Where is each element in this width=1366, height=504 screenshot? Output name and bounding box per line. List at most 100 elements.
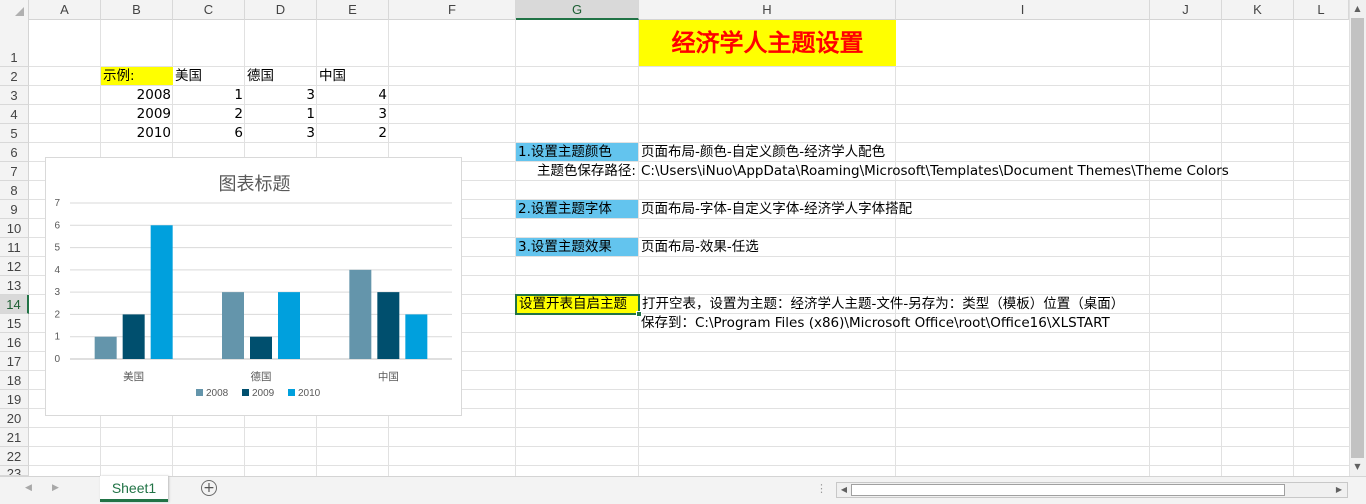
cell-e5[interactable]: 2	[317, 124, 389, 142]
chart-plot-area: 0 1 2 3 4 5 6 7 美国 德国 中国 2008 2009 2010	[54, 198, 452, 399]
column-header-E[interactable]: E	[317, 0, 389, 20]
bar-2009-1	[250, 336, 272, 359]
cell-h9[interactable]: 页面布局-字体-自定义字体-经济学人字体搭配	[639, 200, 1139, 218]
cell-c2[interactable]: 美国	[173, 67, 245, 85]
cell-c5[interactable]: 6	[173, 124, 245, 142]
row-header-2[interactable]: 2	[0, 67, 29, 86]
splitter-handle-icon[interactable]: ⋮	[816, 482, 827, 495]
row-header-23[interactable]: 23	[0, 466, 29, 476]
column-header-H[interactable]: H	[639, 0, 896, 20]
row-header-20[interactable]: 20	[0, 409, 29, 428]
sheet-tab-sheet1[interactable]: Sheet1	[100, 476, 168, 502]
row-header-15[interactable]: 15	[0, 314, 29, 333]
horizontal-scroll-thumb[interactable]	[851, 484, 1285, 496]
row-header-3[interactable]: 3	[0, 86, 29, 105]
cell-e3[interactable]: 4	[317, 86, 389, 104]
cell-h6[interactable]: 页面布局-颜色-自定义颜色-经济学人配色	[639, 143, 1139, 161]
bar-2009-2	[377, 292, 400, 359]
embedded-chart[interactable]: 图表标题 0 1 2 3 4 5 6 7 美国 德国 中国 2008 2009 2010	[45, 157, 462, 416]
cell-b4[interactable]: 2009	[101, 105, 173, 123]
legend-label: 2010	[298, 388, 321, 399]
cell-d2[interactable]: 德国	[245, 67, 317, 85]
row-header-12[interactable]: 12	[0, 257, 29, 276]
select-all-triangle-icon	[15, 7, 24, 16]
cell-h14[interactable]: 打开空表，设置为主题：经济学人主题-文件-另存为：类型（模板）位置（桌面）	[640, 295, 1240, 313]
column-header-B[interactable]: B	[101, 0, 173, 20]
row-header-17[interactable]: 17	[0, 352, 29, 371]
bar-2010-1	[278, 292, 300, 359]
bar-2010-2	[405, 314, 428, 359]
gridline	[29, 427, 1349, 428]
cell-h7[interactable]: C:\Users\iNuo\AppData\Roaming\Microsoft\…	[639, 162, 1339, 180]
legend-label: 2009	[252, 388, 275, 399]
row-header-10[interactable]: 10	[0, 219, 29, 238]
bar-2008-0	[94, 336, 117, 359]
next-sheet-icon[interactable]: ▶	[52, 483, 59, 493]
column-header-I[interactable]: I	[896, 0, 1150, 20]
scroll-left-icon[interactable]: ◀	[838, 484, 850, 496]
row-header-6[interactable]: 6	[0, 143, 29, 162]
vertical-scroll-thumb[interactable]	[1351, 18, 1364, 458]
cell-h15[interactable]: 保存到：C:\Program Files (x86)\Microsoft Off…	[639, 314, 1239, 332]
y-tick-label: 6	[54, 220, 60, 231]
cell-c3[interactable]: 1	[173, 86, 245, 104]
scroll-up-icon[interactable]: ▲	[1351, 3, 1364, 15]
y-tick-label: 5	[54, 243, 60, 254]
row-header-13[interactable]: 13	[0, 276, 29, 295]
title-cell-h1[interactable]: 经济学人主题设置	[639, 20, 896, 66]
row-header-16[interactable]: 16	[0, 333, 29, 352]
row-header-4[interactable]: 4	[0, 105, 29, 124]
cell-e2[interactable]: 中国	[317, 67, 389, 85]
cell-d4[interactable]: 1	[245, 105, 317, 123]
cell-h11[interactable]: 页面布局-效果-任选	[639, 238, 1139, 256]
column-header-J[interactable]: J	[1150, 0, 1222, 20]
column-header-C[interactable]: C	[173, 0, 245, 20]
row-header-19[interactable]: 19	[0, 390, 29, 409]
row-header-22[interactable]: 22	[0, 447, 29, 466]
legend-label: 2008	[206, 388, 229, 399]
bar-2009-0	[122, 314, 145, 359]
row-header-8[interactable]: 8	[0, 181, 29, 200]
row-header-18[interactable]: 18	[0, 371, 29, 390]
cell-b3[interactable]: 2008	[101, 86, 173, 104]
row-header-7[interactable]: 7	[0, 162, 29, 181]
row-header-14[interactable]: 14	[0, 295, 29, 314]
gridline	[29, 446, 1349, 447]
bar-2010-0	[150, 225, 173, 359]
row-header-11[interactable]: 11	[0, 238, 29, 257]
row-header-21[interactable]: 21	[0, 428, 29, 447]
cell-g14-selected[interactable]: 设置开表自启主题	[515, 294, 640, 315]
scroll-down-icon[interactable]: ▼	[1351, 461, 1364, 473]
x-tick-label: 德国	[251, 370, 272, 383]
column-header-A[interactable]: A	[29, 0, 101, 20]
y-tick-label: 0	[54, 354, 60, 365]
cell-d3[interactable]: 3	[245, 86, 317, 104]
cell-b2[interactable]: 示例:	[101, 67, 173, 85]
cell-g6[interactable]: 1.设置主题颜色	[516, 143, 638, 161]
x-tick-label: 美国	[123, 370, 144, 383]
y-tick-label: 4	[54, 265, 60, 276]
cell-g7[interactable]: 主题色保存路径:	[516, 162, 638, 180]
cell-b5[interactable]: 2010	[101, 124, 173, 142]
y-tick-label: 2	[54, 309, 60, 320]
row-header-1[interactable]: 1	[0, 20, 29, 67]
column-header-K[interactable]: K	[1222, 0, 1294, 20]
row-header-9[interactable]: 9	[0, 200, 29, 219]
legend-swatch	[242, 389, 249, 396]
y-tick-label: 7	[54, 198, 60, 209]
cell-e4[interactable]: 3	[317, 105, 389, 123]
plus-circle-icon[interactable]: +	[201, 480, 217, 496]
cell-g9[interactable]: 2.设置主题字体	[516, 200, 638, 218]
scroll-right-icon[interactable]: ▶	[1333, 484, 1345, 496]
row-header-5[interactable]: 5	[0, 124, 29, 143]
column-header-L[interactable]: L	[1294, 0, 1349, 20]
cell-g11[interactable]: 3.设置主题效果	[516, 238, 638, 256]
cell-c4[interactable]: 2	[173, 105, 245, 123]
column-header-F[interactable]: F	[389, 0, 516, 20]
y-tick-label: 3	[54, 287, 60, 298]
column-header-G[interactable]: G	[516, 0, 639, 20]
column-header-D[interactable]: D	[245, 0, 317, 20]
cell-d5[interactable]: 3	[245, 124, 317, 142]
prev-sheet-icon[interactable]: ◀	[25, 483, 32, 493]
legend-swatch	[288, 389, 295, 396]
